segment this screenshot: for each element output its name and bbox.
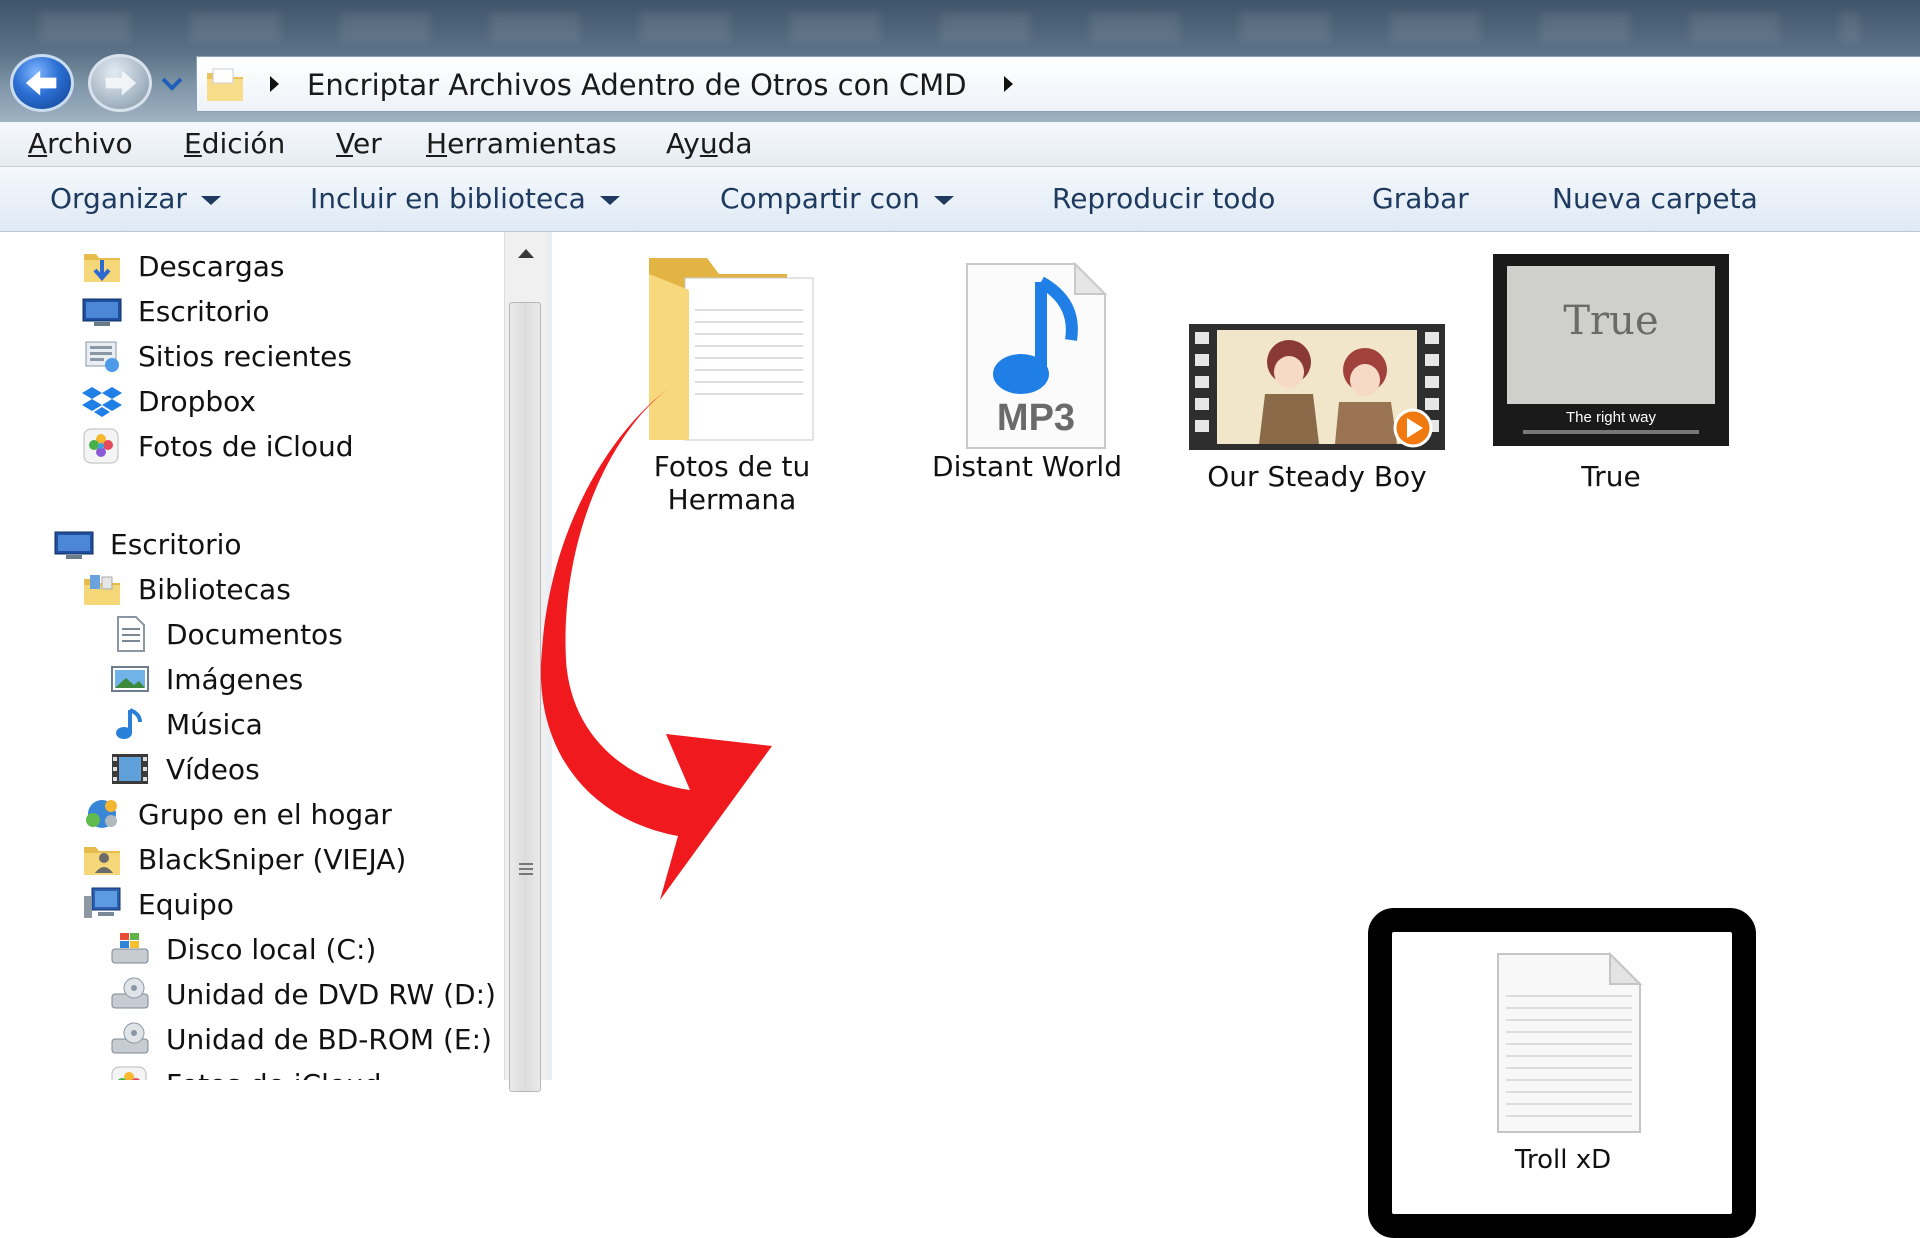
menu-bar: Archivo Edición Ver Herramientas Ayuda	[0, 122, 1920, 167]
play-all-button[interactable]: Reproducir todo	[1052, 181, 1275, 217]
file-item-distant-world[interactable]: MP3 Distant World	[912, 262, 1142, 483]
menu-archivo[interactable]: Archivo	[28, 126, 133, 162]
folder-icon	[207, 68, 243, 101]
nav-item-imagenes[interactable]: Imágenes	[110, 659, 303, 699]
file-name: Distant World	[932, 450, 1122, 483]
icloud-photos-icon	[111, 1066, 147, 1080]
pictures-icon	[111, 666, 149, 692]
file-name: Our Steady Boy	[1207, 460, 1427, 493]
forward-arrow-icon	[105, 70, 137, 96]
file-item-our-steady-boy[interactable]: Our Steady Boy	[1182, 324, 1452, 493]
desktop-icon	[54, 531, 94, 559]
nav-item-fotos-icloud-equipo[interactable]: Fotos de iCloud	[110, 1064, 382, 1080]
command-bar: Organizar Incluir en biblioteca Comparti…	[0, 167, 1920, 232]
burn-button[interactable]: Grabar	[1372, 181, 1469, 217]
text-file-icon	[1497, 951, 1643, 1133]
local-disk-icon	[111, 933, 149, 964]
nav-item-dvd[interactable]: Unidad de DVD RW (D:)	[110, 974, 496, 1014]
downloads-folder-icon	[84, 254, 120, 282]
nav-item-dropbox[interactable]: Dropbox	[82, 381, 256, 421]
file-item-true[interactable]: True The right way True	[1492, 254, 1730, 493]
address-bar[interactable]: Encriptar Archivos Adentro de Otros con …	[196, 56, 1920, 112]
back-button[interactable]	[10, 54, 74, 112]
recent-places-icon	[85, 341, 119, 372]
dropdown-caret-icon	[200, 195, 221, 205]
red-arrow-annotation	[540, 386, 772, 900]
organize-button[interactable]: Organizar	[50, 181, 221, 217]
desktop-icon	[82, 298, 122, 326]
file-name: Troll xD	[1514, 1145, 1612, 1175]
menu-herramientas[interactable]: Herramientas	[426, 126, 617, 162]
address-path[interactable]: Encriptar Archivos Adentro de Otros con …	[307, 65, 967, 105]
thumbnail-handwriting: True	[1563, 298, 1658, 344]
menu-ver[interactable]: Ver	[336, 126, 382, 162]
nav-item-escritorio[interactable]: Escritorio	[82, 291, 270, 331]
computer-icon	[84, 887, 121, 918]
dropbox-icon	[82, 387, 122, 417]
navigation-pane: Descargas Escritorio Sitios recientes Dr…	[0, 232, 504, 1080]
videos-icon	[112, 754, 148, 784]
nav-item-bd[interactable]: Unidad de BD-ROM (E:)	[110, 1019, 492, 1059]
scroll-up-arrow-icon[interactable]	[516, 246, 536, 260]
dropdown-caret-icon	[933, 195, 954, 205]
menu-ayuda[interactable]: Ayuda	[666, 126, 753, 162]
blurred-window-title	[40, 12, 1860, 42]
share-with-button[interactable]: Compartir con	[720, 181, 954, 217]
forward-button[interactable]	[88, 54, 152, 112]
video-thumbnail-icon: True The right way	[1493, 254, 1729, 446]
thumbnail-caption: The right way	[1566, 409, 1657, 426]
nav-item-equipo[interactable]: Equipo	[82, 884, 234, 924]
nav-item-sitios-recientes[interactable]: Sitios recientes	[82, 336, 352, 376]
nav-item-musica[interactable]: Música	[110, 704, 263, 744]
nav-item-bibliotecas[interactable]: Bibliotecas	[82, 569, 291, 609]
homegroup-icon	[86, 800, 117, 828]
nav-item-grupo-hogar[interactable]: Grupo en el hogar	[82, 794, 392, 834]
breadcrumb-separator-icon[interactable]	[1001, 74, 1015, 94]
dvd-drive-icon	[111, 977, 149, 1009]
window-title-bar: Encriptar Archivos Adentro de Otros con …	[0, 0, 1920, 122]
breadcrumb-separator-icon[interactable]	[267, 74, 281, 94]
documents-icon	[117, 616, 145, 652]
scroll-grip-icon	[519, 863, 533, 875]
nav-item-blacksniper[interactable]: BlackSniper (VIEJA)	[82, 839, 406, 879]
icloud-photos-icon	[83, 428, 119, 464]
file-name: True	[1581, 460, 1641, 493]
video-file-icon	[1189, 324, 1445, 450]
new-folder-button[interactable]: Nueva carpeta	[1552, 181, 1758, 217]
file-item-troll-xd[interactable]: Troll xD	[1418, 950, 1708, 1177]
libraries-icon	[84, 575, 120, 605]
recent-pages-dropdown-icon[interactable]	[160, 74, 184, 94]
nav-item-escritorio-root[interactable]: Escritorio	[54, 524, 242, 564]
dropdown-caret-icon	[599, 195, 620, 205]
nav-item-descargas[interactable]: Descargas	[82, 246, 284, 286]
bd-drive-icon	[111, 1022, 149, 1054]
include-in-library-button[interactable]: Incluir en biblioteca	[310, 181, 620, 217]
nav-item-documentos[interactable]: Documentos	[110, 614, 343, 654]
nav-item-disco-local[interactable]: Disco local (C:)	[110, 929, 376, 969]
scroll-thumb[interactable]	[509, 302, 541, 1092]
menu-edicion[interactable]: Edición	[184, 126, 285, 162]
mp3-file-icon: MP3	[966, 262, 1108, 449]
nav-item-fotos-icloud[interactable]: Fotos de iCloud	[82, 426, 354, 466]
mp3-badge: MP3	[997, 397, 1075, 439]
nav-item-videos[interactable]: Vídeos	[110, 749, 260, 789]
music-icon	[116, 708, 142, 739]
back-arrow-icon	[25, 70, 57, 96]
user-folder-icon	[84, 847, 120, 875]
